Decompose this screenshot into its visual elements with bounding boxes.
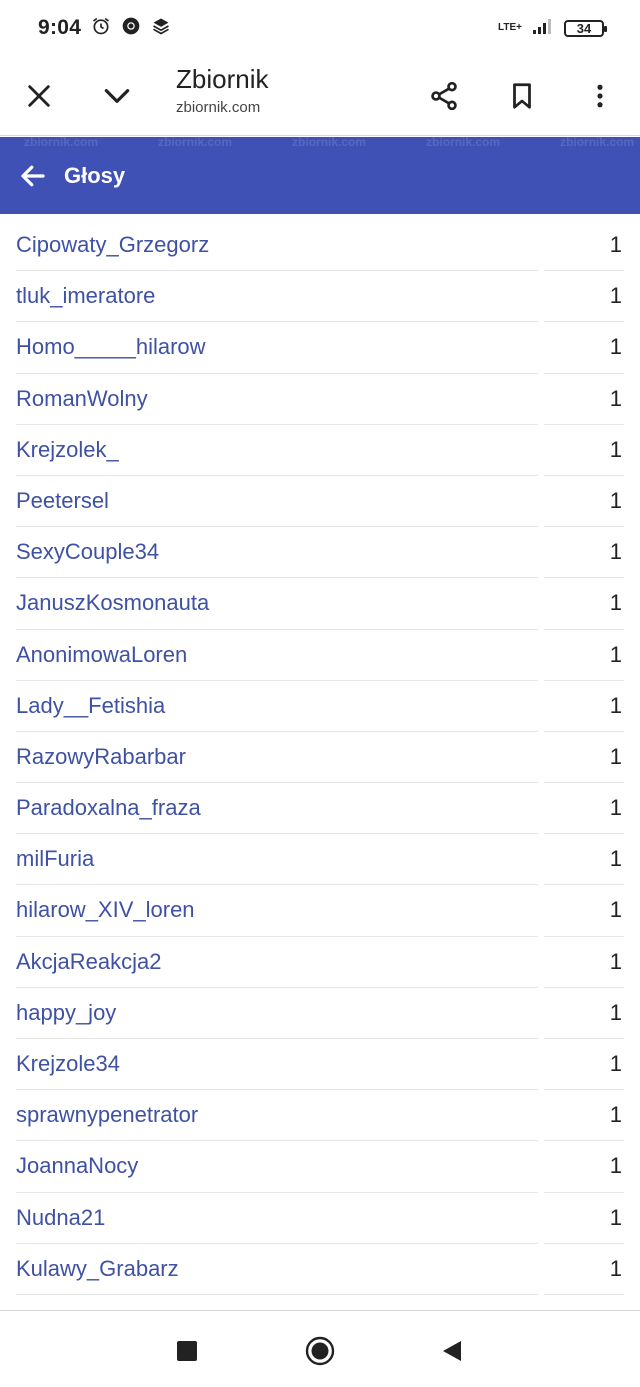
vote-count: 1 — [609, 795, 622, 821]
voter-name-link[interactable]: Cipowaty_Grzegorz — [16, 232, 209, 258]
voter-name-link[interactable]: happy_joy — [16, 1000, 116, 1026]
vote-count: 1 — [609, 539, 622, 565]
close-icon[interactable] — [11, 68, 67, 124]
voter-name-link[interactable]: Lady__Fetishia — [16, 693, 165, 719]
vote-count: 1 — [609, 436, 622, 462]
more-vert-icon[interactable] — [572, 68, 628, 124]
voter-name-link[interactable]: JanuszKosmonauta — [16, 590, 209, 616]
vote-count: 1 — [609, 1051, 622, 1076]
voter-name-link[interactable]: RomanWolny — [16, 386, 148, 412]
signal-icon — [532, 17, 554, 40]
browser-toolbar: Zbiornik zbiornik.com — [0, 56, 640, 136]
row-divider — [544, 1293, 624, 1295]
list-item: AkcjaReakcja2 1 — [0, 937, 640, 988]
list-item: Paradoxalna_fraza 1 — [0, 783, 640, 835]
status-icons — [91, 16, 171, 41]
vote-count: 1 — [609, 385, 622, 411]
row-divider — [16, 1293, 538, 1295]
network-indicator: LTE+ — [498, 22, 522, 33]
vote-count: 1 — [609, 334, 622, 360]
layers-icon — [151, 16, 171, 41]
voter-name-link[interactable]: SexyCouple34 — [16, 539, 159, 565]
page-url: zbiornik.com — [176, 99, 261, 116]
voter-name-link[interactable]: Krejzole34 — [16, 1051, 120, 1077]
vote-count: 1 — [609, 846, 622, 872]
vote-count: 1 — [609, 1153, 622, 1179]
vote-count: 1 — [609, 232, 622, 257]
voter-name-link[interactable]: Krejzolek_ — [16, 437, 119, 463]
list-item: Nudna21 1 — [0, 1193, 640, 1244]
list-item: Kulawy_Grabarz 1 — [0, 1244, 640, 1295]
page-header: zbiornik.com zbiornik.com zbiornik.com zbio… — [0, 137, 640, 214]
home-circle-icon[interactable] — [300, 1331, 340, 1371]
list-item: SexyCouple34 1 — [0, 527, 640, 579]
list-item: Krejzole34 1 — [0, 1039, 640, 1091]
bookmark-icon[interactable] — [494, 68, 550, 124]
vote-count: 1 — [609, 948, 622, 974]
voter-name-link[interactable]: AkcjaReakcja2 — [16, 949, 162, 975]
chrome-icon — [121, 16, 141, 41]
vote-count: 1 — [609, 1102, 622, 1128]
back-triangle-icon[interactable] — [432, 1331, 472, 1371]
voter-name-link[interactable]: AnonimowaLoren — [16, 642, 187, 668]
chevron-down-icon[interactable] — [89, 68, 145, 124]
status-bar: 9:04 LTE+ 34 — [0, 0, 640, 56]
list-item: Lady__Fetishia 1 — [0, 681, 640, 732]
voter-name-link[interactable]: Kulawy_Grabarz — [16, 1256, 179, 1282]
vote-count: 1 — [609, 1204, 622, 1230]
status-time: 9:04 — [38, 16, 82, 39]
list-item: sprawnypenetrator 1 — [0, 1090, 640, 1142]
recents-square-icon[interactable] — [167, 1331, 207, 1371]
list-item: Krejzolek_ 1 — [0, 425, 640, 476]
alarm-icon — [91, 16, 111, 41]
watermark: zbiornik.com zbiornik.com zbiornik.com zbio… — [24, 137, 635, 149]
list-item: Homo_____hilarow 1 — [0, 322, 640, 374]
toolbar-title-block: Zbiornik zbiornik.com — [176, 64, 268, 116]
list-item: Cipowaty_Grzegorz 1 — [0, 220, 640, 272]
battery-indicator: 34 — [564, 19, 607, 37]
vote-count: 1 — [609, 1255, 622, 1281]
voter-name-link[interactable]: Peetersel — [16, 488, 109, 514]
voter-name-link[interactable]: sprawnypenetrator — [16, 1102, 198, 1128]
list-item: milFuria 1 — [0, 834, 640, 886]
list-item: RazowyRabarbar 1 — [0, 732, 640, 784]
voter-name-link[interactable]: tluk_imeratore — [16, 283, 155, 309]
status-right: LTE+ 34 — [498, 17, 607, 40]
list-item: AnonimowaLoren 1 — [0, 630, 640, 681]
list-item: JanuszKosmonauta 1 — [0, 578, 640, 630]
system-nav-bar — [0, 1310, 640, 1387]
page-site-title: Zbiornik — [176, 64, 269, 94]
vote-count: 1 — [609, 743, 622, 769]
vote-count: 1 — [609, 641, 622, 667]
vote-count: 1 — [609, 590, 622, 616]
voter-name-link[interactable]: hilarow_XIV_loren — [16, 897, 195, 923]
voter-name-link[interactable]: Nudna21 — [16, 1205, 105, 1231]
list-item: hilarow_XIV_loren 1 — [0, 885, 640, 937]
voter-name-link[interactable]: Paradoxalna_fraza — [16, 795, 201, 821]
list-item: RomanWolny 1 — [0, 374, 640, 425]
voter-name-link[interactable]: milFuria — [16, 846, 94, 872]
votes-list: Cipowaty_Grzegorz 1 tluk_imeratore 1 Homo___… — [0, 220, 640, 1295]
list-item: JoannaNocy 1 — [0, 1141, 640, 1193]
list-item: happy_joy 1 — [0, 988, 640, 1039]
page-title: Głosy — [64, 162, 126, 188]
list-item: Peetersel 1 — [0, 476, 640, 528]
vote-count: 1 — [609, 283, 622, 309]
arrow-left-icon[interactable] — [16, 159, 50, 193]
vote-count: 1 — [609, 487, 622, 513]
vote-count: 1 — [609, 692, 622, 718]
vote-count: 1 — [609, 897, 622, 923]
vote-count: 1 — [609, 999, 622, 1025]
list-item: tluk_imeratore 1 — [0, 271, 640, 323]
share-icon[interactable] — [416, 68, 472, 124]
voter-name-link[interactable]: JoannaNocy — [16, 1153, 138, 1179]
voter-name-link[interactable]: RazowyRabarbar — [16, 744, 186, 770]
voter-name-link[interactable]: Homo_____hilarow — [16, 334, 206, 360]
